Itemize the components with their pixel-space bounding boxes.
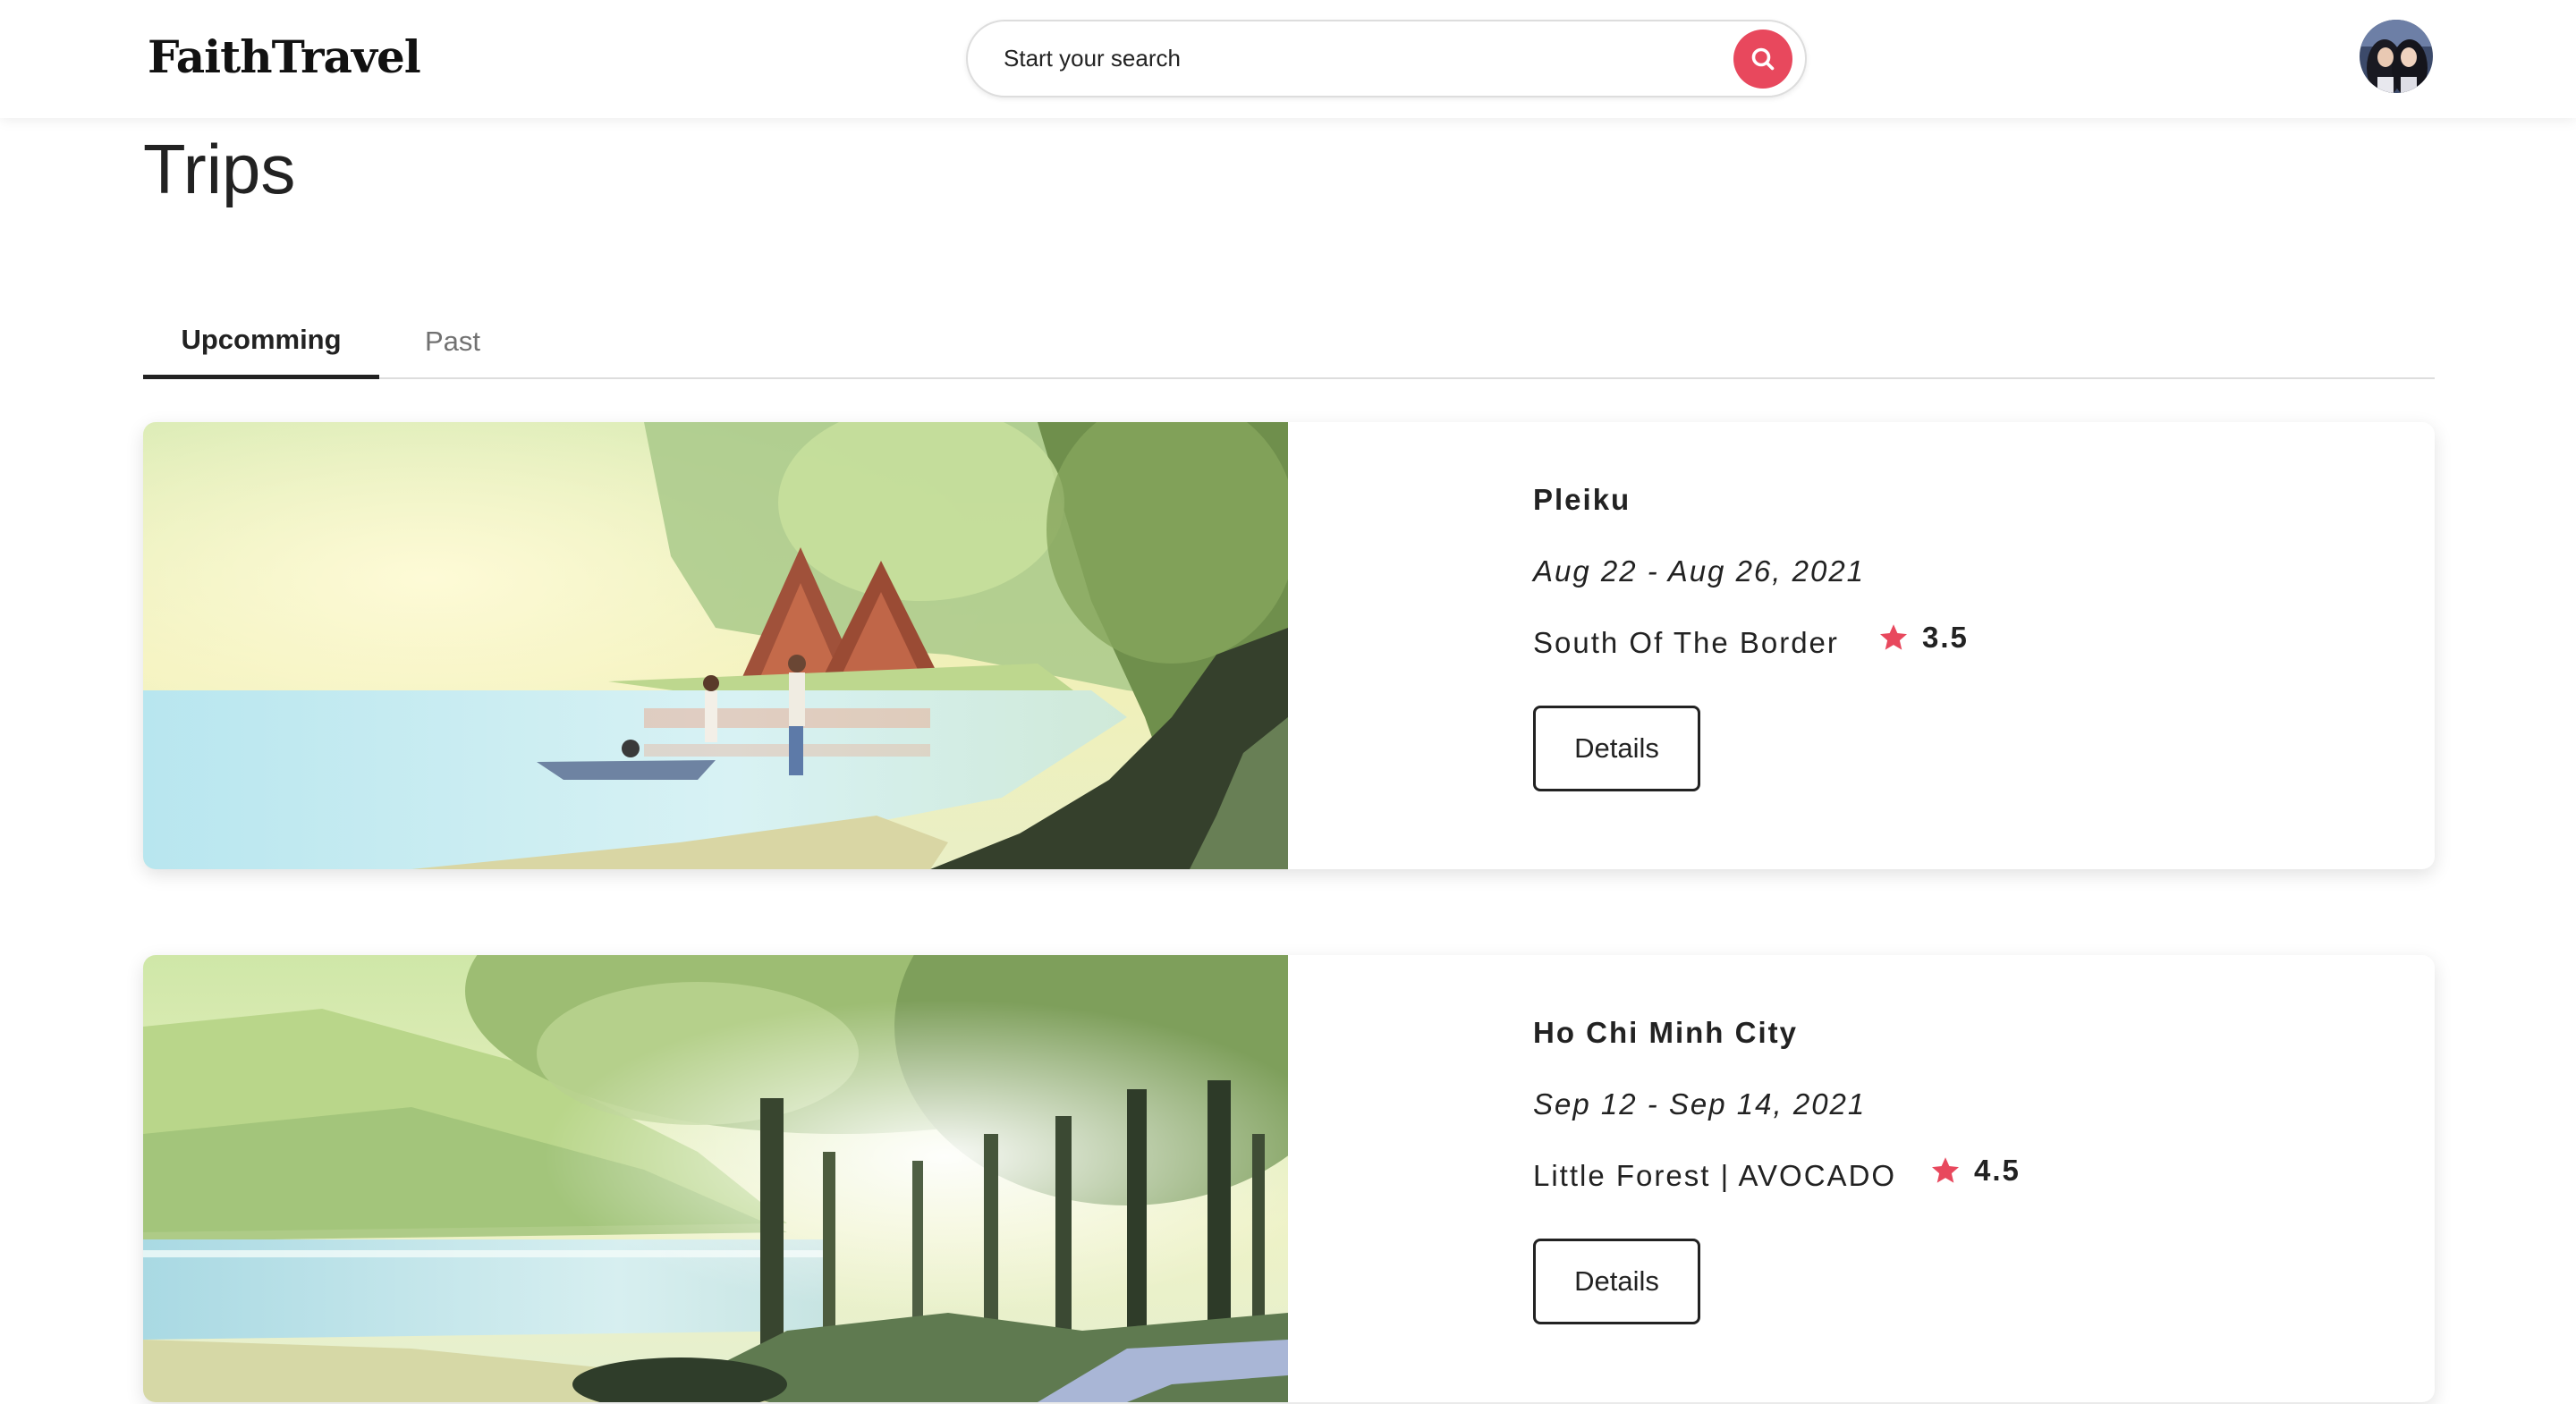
- trip-tabs: Upcomming Past: [143, 304, 2435, 379]
- search-button[interactable]: [1733, 30, 1792, 89]
- rating-value: 4.5: [1974, 1154, 2021, 1187]
- top-navbar: FaithTravel: [0, 0, 2576, 118]
- star-icon: [1880, 624, 1907, 650]
- search-input[interactable]: [1004, 21, 1701, 96]
- details-button[interactable]: Details: [1533, 1239, 1700, 1324]
- tab-upcoming[interactable]: Upcomming: [143, 304, 379, 379]
- trip-dates: Sep 12 - Sep 14, 2021: [1533, 1087, 1867, 1121]
- brand-logo[interactable]: FaithTravel: [148, 30, 421, 83]
- tab-past[interactable]: Past: [379, 304, 526, 379]
- trip-rating: 3.5: [1877, 621, 1969, 655]
- trip-card: Pleiku Aug 22 - Aug 26, 2021 South Of Th…: [143, 422, 2435, 869]
- trip-place: South Of The Border: [1533, 626, 1839, 659]
- trip-rating: 4.5: [1929, 1154, 2021, 1188]
- trip-image: [143, 422, 1288, 869]
- trip-title: Pleiku: [1533, 483, 1631, 516]
- rating-value: 3.5: [1922, 621, 1969, 654]
- page-title: Trips: [143, 130, 296, 208]
- star-icon: [1932, 1157, 1959, 1183]
- trip-place: Little Forest | AVOCADO: [1533, 1159, 1897, 1192]
- trip-dates: Aug 22 - Aug 26, 2021: [1533, 554, 1866, 588]
- search-bar[interactable]: [966, 20, 1807, 97]
- trip-card: Ho Chi Minh City Sep 12 - Sep 14, 2021 L…: [143, 955, 2435, 1402]
- details-button[interactable]: Details: [1533, 706, 1700, 791]
- search-icon: [1751, 47, 1775, 71]
- trip-image: [143, 955, 1288, 1402]
- trip-title: Ho Chi Minh City: [1533, 1016, 1798, 1049]
- user-avatar[interactable]: [2360, 20, 2433, 93]
